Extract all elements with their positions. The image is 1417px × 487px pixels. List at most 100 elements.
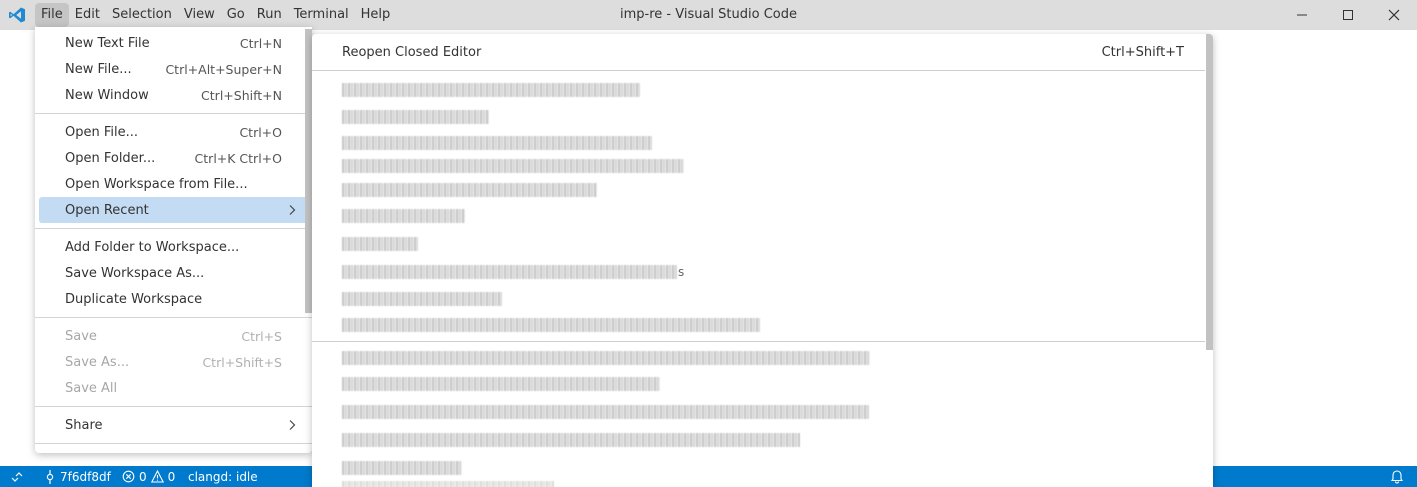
recent-folder-item[interactable] (342, 208, 465, 224)
branch-status[interactable]: 7f6df8df (44, 466, 111, 487)
blurred-path (342, 405, 869, 419)
blurred-path (342, 318, 760, 332)
close-icon (1388, 9, 1400, 21)
open-recent-scrollbar[interactable] (1206, 34, 1213, 350)
menu-item-duplicate-workspace[interactable]: Duplicate Workspace (39, 286, 308, 312)
blurred-path (342, 110, 489, 124)
menu-item-share[interactable]: Share (39, 412, 308, 438)
menu-item-new-text-file[interactable]: New Text File Ctrl+N (39, 30, 308, 56)
blurred-path (342, 83, 640, 97)
title-bar: File Edit Selection View Go Run Terminal… (0, 0, 1417, 30)
recent-file-item[interactable] (342, 376, 660, 392)
minimize-icon (1297, 14, 1307, 16)
recent-folder-item[interactable] (342, 182, 597, 198)
file-menu-dropdown: New Text File Ctrl+N New File... Ctrl+Al… (35, 27, 312, 453)
menu-item-label: Reopen Closed Editor (342, 44, 482, 60)
menu-terminal[interactable]: Terminal (288, 3, 355, 27)
recent-folder-item[interactable] (342, 317, 760, 333)
menu-item-new-window[interactable]: New Window Ctrl+Shift+N (39, 82, 308, 108)
menu-bar: File Edit Selection View Go Run Terminal… (35, 3, 396, 27)
menu-item-label: New Text File (65, 35, 150, 51)
menu-separator (35, 443, 312, 444)
recent-file-item[interactable] (342, 404, 869, 420)
recent-file-item[interactable] (342, 350, 870, 366)
blurred-path (342, 433, 800, 447)
clangd-label: clangd: idle (188, 469, 258, 484)
vscode-logo-icon (9, 7, 25, 23)
blurred-path (342, 136, 652, 150)
recent-folder-item[interactable] (342, 82, 640, 98)
menu-item-shortcut: Ctrl+K Ctrl+O (194, 150, 282, 166)
menu-item-label: Save All (65, 380, 118, 396)
recent-folder-item[interactable] (342, 158, 684, 174)
menu-go[interactable]: Go (221, 3, 251, 27)
menu-item-label: Open Workspace from File... (65, 176, 248, 192)
warning-count: 0 (167, 469, 176, 484)
menu-separator (35, 113, 312, 114)
reopen-closed-editor-item[interactable]: Reopen Closed Editor Ctrl+Shift+T (316, 40, 1199, 64)
menu-item-save-workspace-as[interactable]: Save Workspace As... (39, 260, 308, 286)
menu-item-add-folder-to-workspace[interactable]: Add Folder to Workspace... (39, 234, 308, 260)
menu-separator (312, 341, 1205, 342)
menu-item-label: Open Folder... (65, 150, 156, 166)
menu-item-label: New File... (65, 61, 132, 77)
menu-item-shortcut: Ctrl+O (239, 124, 282, 140)
menu-item-open-file[interactable]: Open File... Ctrl+O (39, 119, 308, 145)
menu-edit[interactable]: Edit (69, 3, 106, 27)
recent-folder-item[interactable] (342, 135, 652, 151)
clangd-status[interactable]: clangd: idle (188, 466, 258, 487)
remote-icon (11, 471, 23, 482)
close-button[interactable] (1371, 0, 1417, 30)
menu-item-shortcut: Ctrl+Shift+N (201, 87, 282, 103)
problems-status[interactable]: 0 0 (122, 466, 175, 487)
maximize-button[interactable] (1325, 0, 1371, 30)
branch-label: 7f6df8df (60, 469, 111, 484)
menu-separator (35, 228, 312, 229)
menu-item-label: Save Workspace As... (65, 265, 205, 281)
error-icon (122, 470, 135, 483)
menu-view[interactable]: View (178, 3, 221, 27)
recent-folder-item[interactable] (342, 109, 489, 125)
menu-item-open-folder[interactable]: Open Folder... Ctrl+K Ctrl+O (39, 145, 308, 171)
blurred-path (342, 461, 462, 475)
menu-file[interactable]: File (35, 3, 69, 27)
menu-item-open-workspace-from-file[interactable]: Open Workspace from File... (39, 171, 308, 197)
remote-indicator[interactable] (0, 466, 34, 487)
blurred-path (342, 265, 677, 279)
recent-file-item[interactable] (342, 460, 462, 476)
recent-folder-item[interactable] (342, 236, 418, 252)
menu-separator (35, 406, 312, 407)
chevron-right-icon (289, 205, 296, 215)
notifications-bell-icon[interactable] (1389, 468, 1405, 484)
error-count: 0 (139, 469, 147, 484)
minimize-button[interactable] (1279, 0, 1325, 30)
recent-folder-item[interactable] (342, 291, 502, 307)
menu-separator (35, 317, 312, 318)
menu-item-label: Open File... (65, 124, 139, 140)
blurred-path (342, 237, 418, 251)
menu-run[interactable]: Run (251, 3, 288, 27)
menu-item-label: Save As... (65, 354, 130, 370)
git-commit-icon (46, 469, 54, 484)
file-menu-scrollbar[interactable] (305, 29, 312, 313)
menu-help[interactable]: Help (355, 3, 397, 27)
recent-file-item[interactable] (342, 480, 554, 487)
menu-item-label: Save (65, 328, 97, 344)
open-recent-submenu: Reopen Closed Editor Ctrl+Shift+T s (312, 34, 1213, 487)
menu-separator (312, 70, 1205, 71)
blurred-path (342, 351, 870, 365)
menu-item-new-file[interactable]: New File... Ctrl+Alt+Super+N (39, 56, 308, 82)
menu-selection[interactable]: Selection (106, 3, 178, 27)
menu-item-shortcut: Ctrl+S (241, 328, 282, 344)
blurred-path (342, 183, 597, 197)
menu-item-save-as: Save As... Ctrl+Shift+S (39, 349, 308, 375)
menu-item-shortcut: Ctrl+Shift+S (202, 354, 282, 370)
menu-item-shortcut: Ctrl+N (239, 35, 282, 51)
blurred-path (342, 481, 554, 487)
blurred-path (342, 377, 660, 391)
recent-file-item[interactable] (342, 432, 800, 448)
recent-folder-item[interactable]: s (342, 264, 684, 280)
menu-item-open-recent[interactable]: Open Recent (39, 197, 308, 223)
chevron-right-icon (289, 420, 296, 430)
menu-item-label: Add Folder to Workspace... (65, 239, 240, 255)
